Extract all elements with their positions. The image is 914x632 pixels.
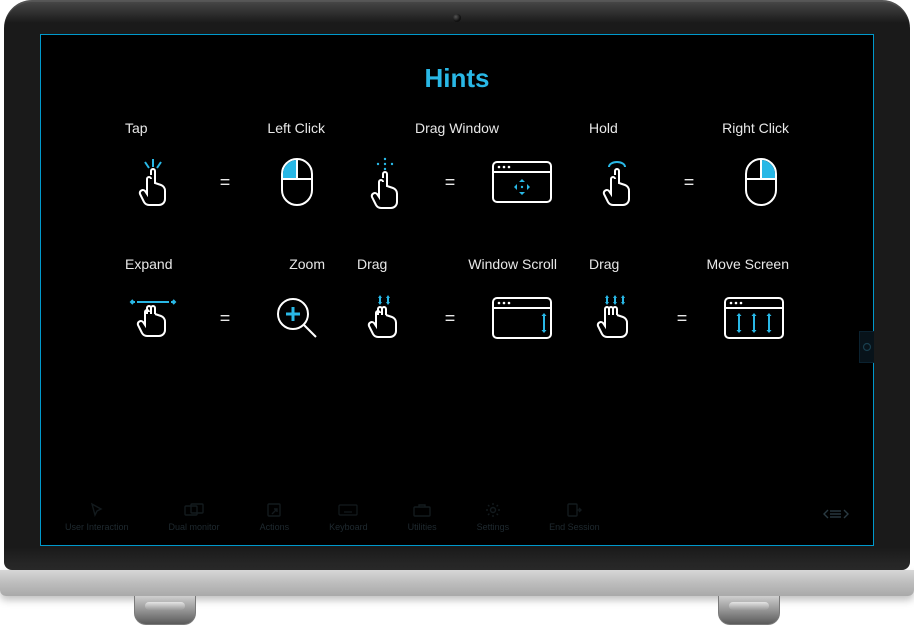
result-label: Drag Window xyxy=(415,120,499,136)
toolbar-utilities[interactable]: Utilities xyxy=(408,501,437,532)
result-label: Move Screen xyxy=(707,256,789,272)
result-label: Zoom xyxy=(289,256,325,272)
equals-icon: = xyxy=(678,172,701,193)
toolbar-label: End Session xyxy=(549,522,600,532)
hints-row: Tap Left Click xyxy=(125,120,789,210)
page-title: Hints xyxy=(41,35,873,94)
actions-icon xyxy=(264,501,284,519)
toolbar-label: Keyboard xyxy=(329,522,368,532)
result-label: Right Click xyxy=(722,120,789,136)
toolbar-label: User Interaction xyxy=(65,522,129,532)
equals-icon: = xyxy=(214,308,237,329)
toolbar-actions[interactable]: Actions xyxy=(260,501,290,532)
hint-expand-zoom: Expand Zoom xyxy=(125,256,325,346)
result-label: Left Click xyxy=(267,120,325,136)
hint-drag-window: Drag Window xyxy=(357,120,557,210)
webcam-icon xyxy=(453,14,461,22)
bottom-toolbar: User Interaction Dual monitor Actions xyxy=(41,487,873,545)
hints-row: Expand Zoom xyxy=(125,256,789,346)
pinch-icon xyxy=(125,290,181,346)
hint-drag-window-scroll: Drag Window Scroll xyxy=(357,256,557,346)
mouse-left-click-icon xyxy=(269,154,325,210)
two-finger-vertical-icon xyxy=(357,290,413,346)
equals-icon: = xyxy=(439,308,462,329)
gesture-label: Tap xyxy=(125,120,148,136)
toolbar-user-interaction[interactable]: User Interaction xyxy=(65,501,129,532)
monitors-icon xyxy=(184,501,204,519)
keyboard-icon xyxy=(338,501,358,519)
mouse-right-click-icon xyxy=(733,154,789,210)
hints-grid: Tap Left Click xyxy=(41,120,873,346)
toolbar-end-session[interactable]: End Session xyxy=(549,501,600,532)
toolbar-label: Actions xyxy=(260,522,290,532)
gesture-label: Drag xyxy=(357,256,387,272)
laptop-lid: Hints Tap Left Click xyxy=(4,0,910,570)
window-move-icon xyxy=(487,154,557,210)
hold-icon xyxy=(589,154,645,210)
gesture-label: Expand xyxy=(125,256,172,272)
toolbar-label: Dual monitor xyxy=(169,522,220,532)
gesture-label: Drag xyxy=(589,256,619,272)
laptop-hinge xyxy=(718,596,780,625)
laptop-frame: Hints Tap Left Click xyxy=(4,0,910,632)
window-pan-icon xyxy=(719,290,789,346)
toolbar-keyboard[interactable]: Keyboard xyxy=(329,501,368,532)
briefcase-icon xyxy=(412,501,432,519)
result-label: Window Scroll xyxy=(468,256,557,272)
equals-icon: = xyxy=(439,172,462,193)
toolbar-dual-monitor[interactable]: Dual monitor xyxy=(169,501,220,532)
window-scroll-icon xyxy=(487,290,557,346)
gear-icon xyxy=(483,501,503,519)
screen: Hints Tap Left Click xyxy=(40,34,874,546)
cursor-icon xyxy=(87,501,107,519)
equals-icon: = xyxy=(214,172,237,193)
toolbar-collapse-button[interactable] xyxy=(823,507,849,526)
laptop-base xyxy=(0,570,914,596)
toolbar-label: Utilities xyxy=(408,522,437,532)
hint-hold-right-click: Hold Right Click = xyxy=(589,120,789,210)
side-handle[interactable] xyxy=(859,331,874,363)
three-finger-vertical-icon xyxy=(589,290,645,346)
tap-icon xyxy=(125,154,181,210)
hint-tap-left-click: Tap Left Click xyxy=(125,120,325,210)
laptop-hinge xyxy=(134,596,196,625)
hint-drag-move-screen: Drag Move Screen xyxy=(589,256,789,346)
drag-finger-icon xyxy=(357,154,413,210)
zoom-icon xyxy=(269,290,325,346)
toolbar-settings[interactable]: Settings xyxy=(477,501,510,532)
equals-icon: = xyxy=(671,308,694,329)
gesture-label: Hold xyxy=(589,120,618,136)
exit-icon xyxy=(564,501,584,519)
toolbar-label: Settings xyxy=(477,522,510,532)
